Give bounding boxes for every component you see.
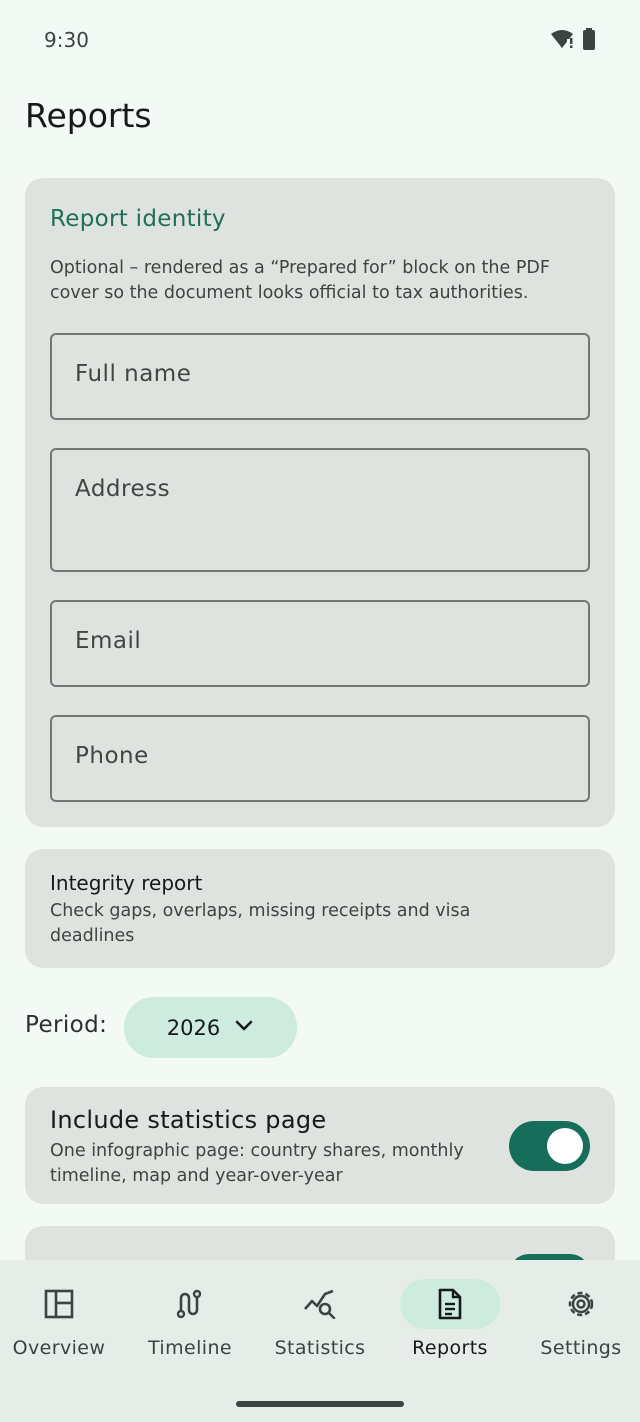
- statistics-toggle[interactable]: [509, 1121, 590, 1171]
- address-field[interactable]: Address: [50, 448, 590, 572]
- nav-label-statistics: Statistics: [274, 1337, 366, 1359]
- nav-item-overview[interactable]: Overview: [0, 1279, 123, 1379]
- reports-icon: [400, 1279, 500, 1329]
- nav-item-timeline[interactable]: Timeline: [126, 1279, 254, 1379]
- timeline-icon: [140, 1279, 240, 1329]
- email-field[interactable]: Email: [50, 600, 590, 687]
- page-title: Reports: [25, 96, 152, 135]
- nav-item-reports[interactable]: Reports: [386, 1279, 514, 1379]
- email-label: Email: [75, 628, 142, 654]
- full-name-label: Full name: [75, 361, 192, 387]
- wifi-icon: [550, 29, 574, 53]
- chevron-down-icon: [234, 1018, 254, 1037]
- nav-label-timeline: Timeline: [148, 1337, 232, 1359]
- status-time: 9:30: [44, 28, 89, 52]
- nav-label-settings: Settings: [540, 1337, 622, 1359]
- report-identity-description: Optional – rendered as a “Prepared for” …: [50, 258, 550, 303]
- nav-label-overview: Overview: [12, 1337, 106, 1359]
- nav-item-statistics[interactable]: Statistics: [256, 1279, 384, 1379]
- toggle-knob: [547, 1128, 583, 1164]
- phone-field[interactable]: Phone: [50, 715, 590, 802]
- statistics-option-description: One infographic page: country shares, mo…: [50, 1141, 464, 1186]
- report-identity-heading: Report identity: [50, 206, 226, 232]
- period-selector[interactable]: 2026: [124, 997, 297, 1058]
- integrity-report-title: Integrity report: [50, 871, 203, 895]
- integrity-report-description: Check gaps, overlaps, missing receipts a…: [50, 901, 471, 946]
- status-bar: 9:30: [0, 0, 640, 78]
- nav-label-reports: Reports: [412, 1337, 488, 1359]
- settings-icon: [531, 1279, 631, 1329]
- address-label: Address: [75, 476, 171, 502]
- phone-label: Phone: [75, 743, 149, 769]
- full-name-field[interactable]: Full name: [50, 333, 590, 420]
- status-icons: [550, 28, 596, 54]
- statistics-icon: [270, 1279, 370, 1329]
- gesture-handle[interactable]: [236, 1401, 404, 1407]
- period-label: Period:: [25, 1012, 108, 1038]
- statistics-option-title: Include statistics page: [50, 1106, 327, 1134]
- period-value: 2026: [166, 1015, 221, 1040]
- battery-icon: [582, 28, 596, 54]
- overview-icon: [9, 1279, 109, 1329]
- nav-item-settings[interactable]: Settings: [517, 1279, 640, 1379]
